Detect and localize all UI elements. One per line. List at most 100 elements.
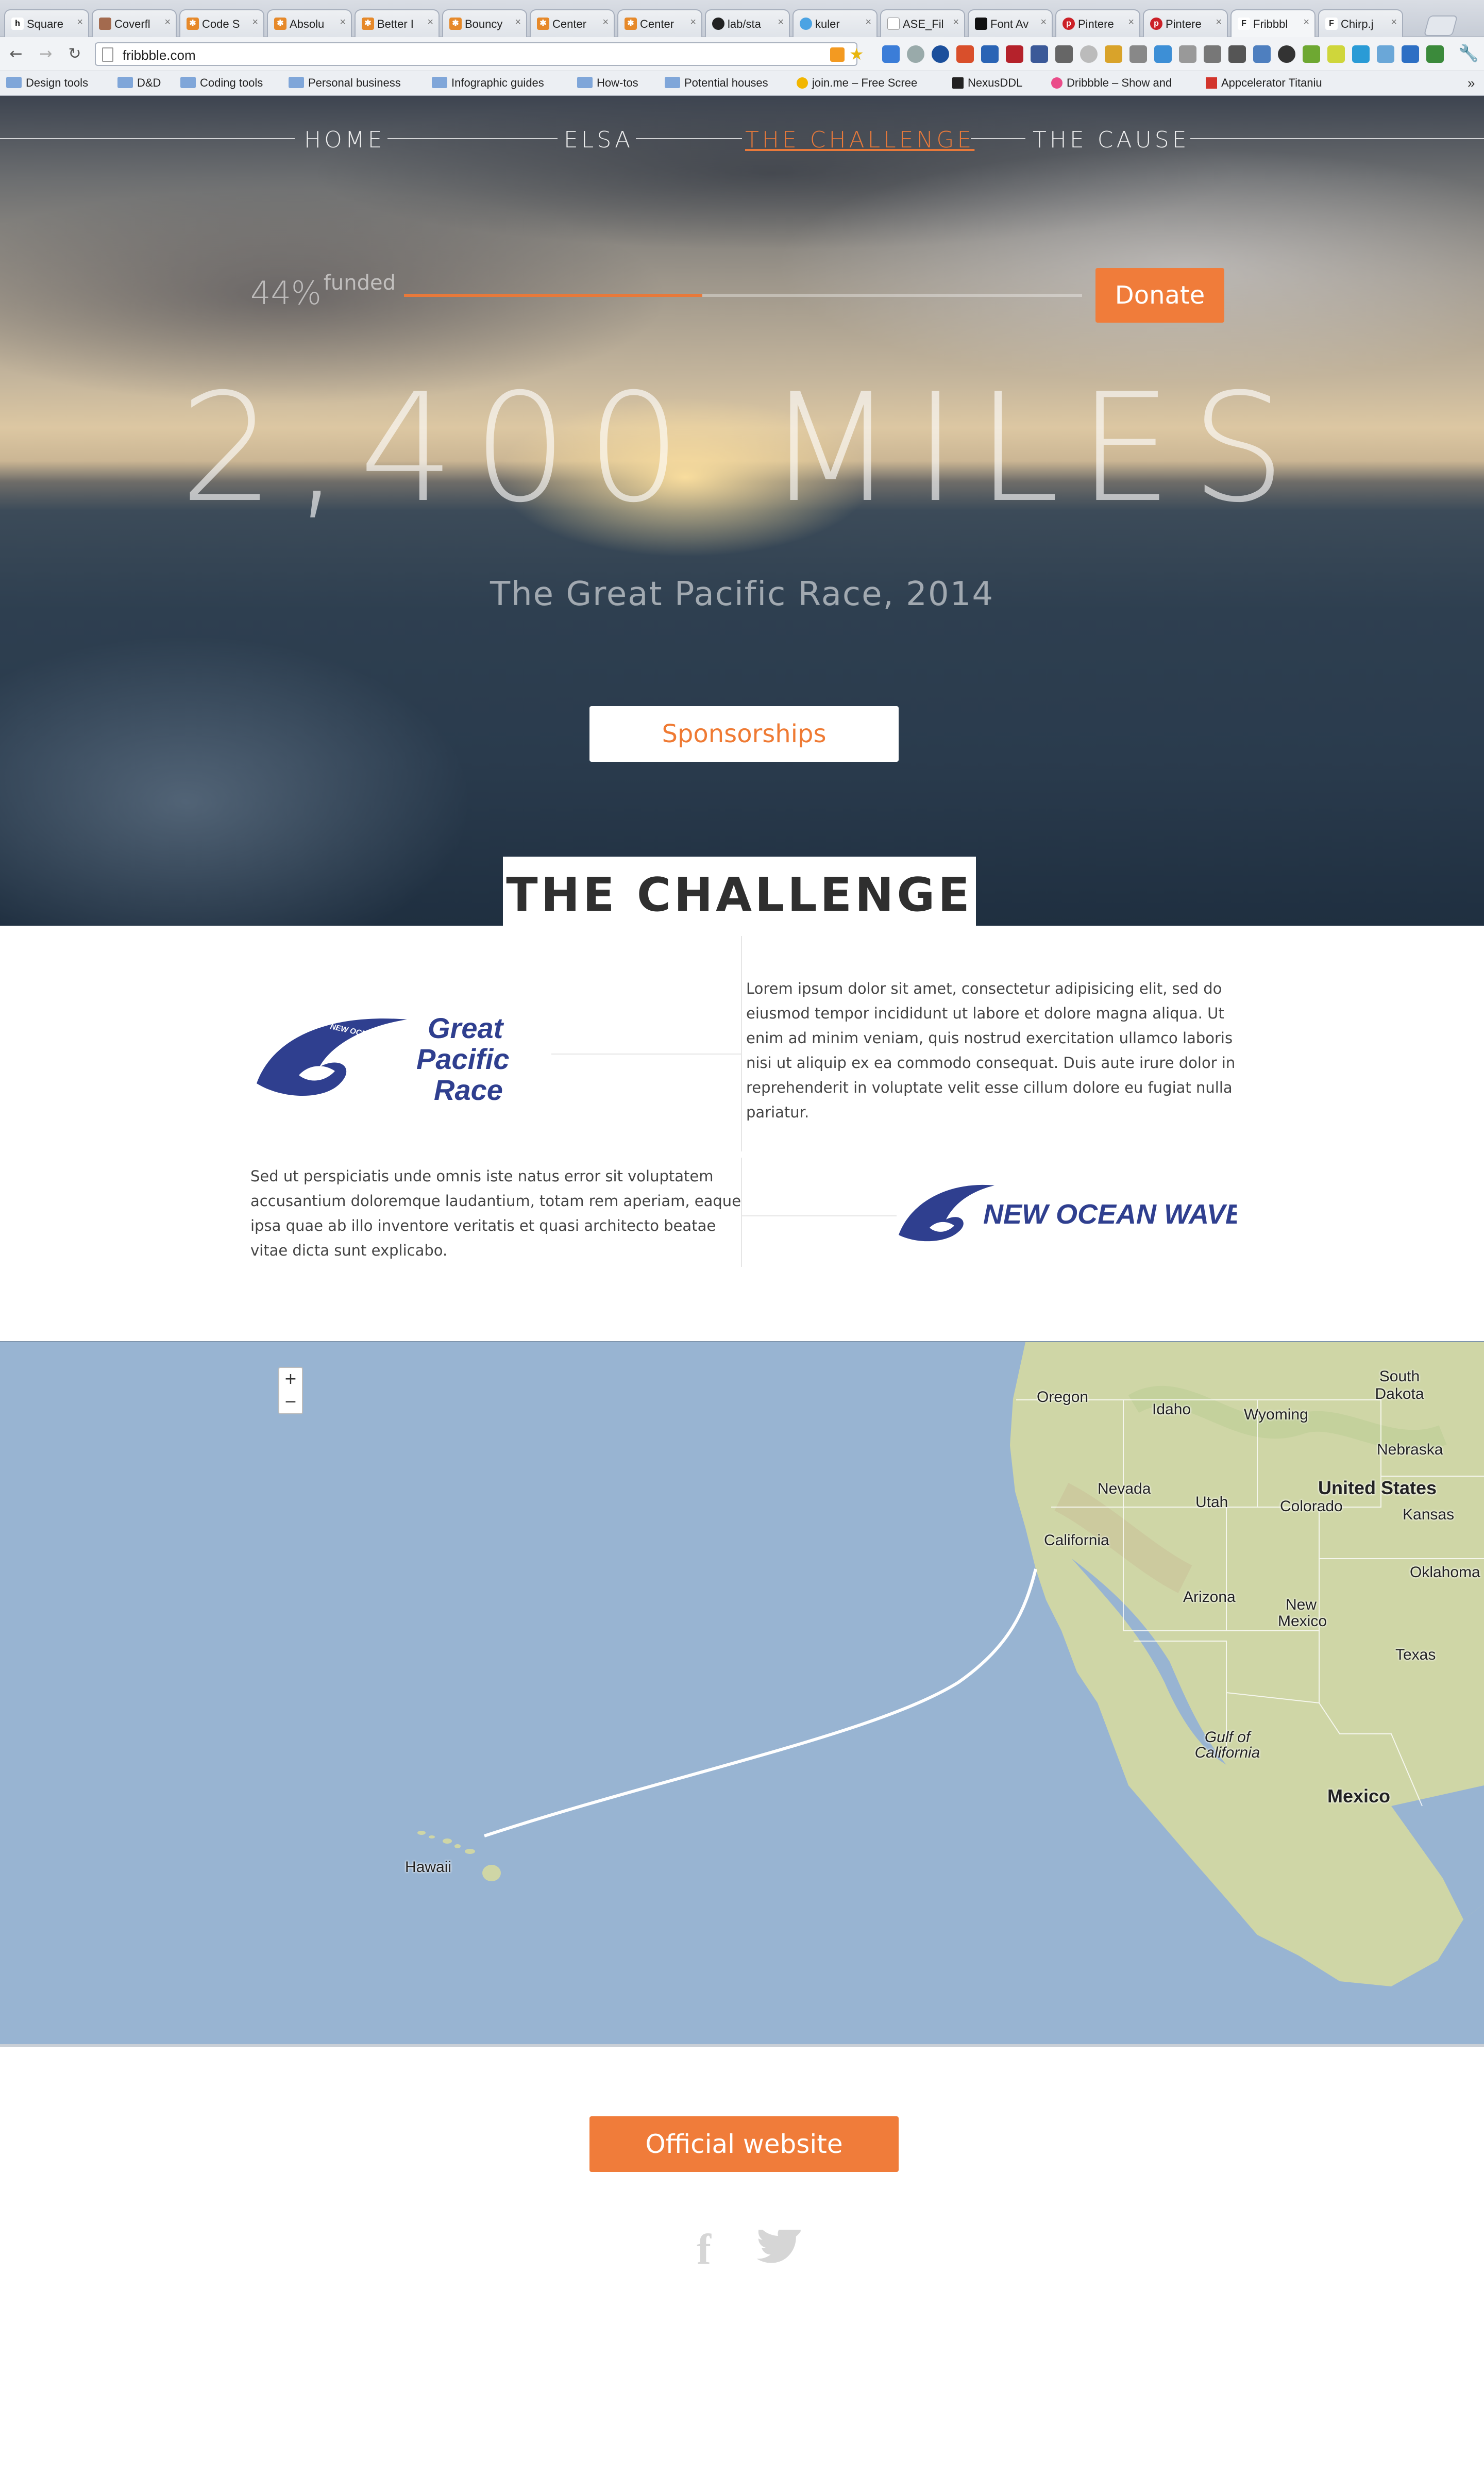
browser-tab[interactable]: lab/sta × xyxy=(705,9,790,37)
extension-icon[interactable] xyxy=(956,45,974,63)
address-bar[interactable]: fribbble.com ★ xyxy=(95,42,864,66)
close-icon[interactable]: × xyxy=(340,16,346,28)
browser-tab[interactable]: p Pintere × xyxy=(1055,9,1140,37)
extension-icon[interactable] xyxy=(1154,45,1172,63)
extension-icon[interactable] xyxy=(1080,45,1098,63)
logo-text-race: Race xyxy=(434,1074,503,1104)
extension-icon[interactable] xyxy=(1377,45,1394,63)
browser-tab[interactable]: ASE_Fil × xyxy=(880,9,965,37)
close-icon[interactable]: × xyxy=(690,16,696,28)
twitter-icon[interactable] xyxy=(755,2230,803,2268)
bookmark-folder[interactable]: How-tos xyxy=(577,76,638,90)
bookmark-link[interactable]: Dribbble – Show and xyxy=(1051,76,1172,90)
extension-icon[interactable] xyxy=(1204,45,1221,63)
close-icon[interactable]: × xyxy=(1303,16,1309,28)
bookmark-link[interactable]: join.me – Free Scree xyxy=(797,76,917,90)
extension-icon[interactable] xyxy=(1402,45,1419,63)
zoom-in-button[interactable]: + xyxy=(279,1368,302,1391)
close-icon[interactable]: × xyxy=(1128,16,1134,28)
bookmark-folder[interactable]: Coding tools xyxy=(180,76,263,90)
browser-tab[interactable]: ✱ Better I × xyxy=(355,9,440,37)
bookmarks-overflow-button[interactable]: » xyxy=(1468,75,1475,91)
extension-icon[interactable] xyxy=(1129,45,1147,63)
zoom-out-button[interactable]: − xyxy=(279,1391,302,1413)
back-icon[interactable]: ← xyxy=(6,44,26,64)
folder-icon xyxy=(6,77,22,88)
bookmark-folder[interactable]: Personal business xyxy=(289,76,401,90)
bookmark-folder[interactable]: Infographic guides xyxy=(432,76,544,90)
bookmark-link[interactable]: Appcelerator Titaniu xyxy=(1206,76,1322,90)
bookmark-link[interactable]: NexusDDL xyxy=(952,76,1022,90)
close-icon[interactable]: × xyxy=(953,16,959,28)
play-icon[interactable] xyxy=(932,45,949,63)
extension-icon[interactable] xyxy=(1055,45,1073,63)
bookmark-folder[interactable]: D&D xyxy=(117,76,161,90)
donate-button[interactable]: Donate xyxy=(1095,268,1224,323)
close-icon[interactable]: × xyxy=(164,16,171,28)
browser-tab[interactable]: ✱ Bouncy × xyxy=(442,9,527,37)
map-label-wyoming: Wyoming xyxy=(1244,1406,1308,1423)
close-icon[interactable]: × xyxy=(778,16,784,28)
forward-icon[interactable]: → xyxy=(36,44,56,64)
facebook-icon[interactable]: f xyxy=(697,2225,711,2275)
new-tab-button[interactable] xyxy=(1423,15,1458,36)
checkbox-extension-icon[interactable] xyxy=(981,45,999,63)
browser-tab[interactable]: ✱ Code S × xyxy=(179,9,264,37)
nav-elsa[interactable]: ELSA xyxy=(564,127,633,153)
extension-icon[interactable] xyxy=(1105,45,1122,63)
extension-icon[interactable] xyxy=(1327,45,1345,63)
nav-home[interactable]: HOME xyxy=(304,127,385,153)
extension-icon[interactable] xyxy=(1426,45,1444,63)
browser-tab[interactable]: ✱ Center × xyxy=(530,9,615,37)
extension-icon[interactable] xyxy=(1006,45,1023,63)
map-label-gulf-of-california: Gulf of California xyxy=(1194,1729,1260,1761)
official-website-button[interactable]: Official website xyxy=(589,2116,899,2172)
page: { "browser": { "tabs": [ {"label": "Squa… xyxy=(0,0,1484,2474)
browser-tab[interactable]: Font Av × xyxy=(968,9,1053,37)
browser-tab[interactable]: ✱ Center × xyxy=(617,9,702,37)
browser-tab[interactable]: p Pintere × xyxy=(1143,9,1228,37)
close-icon[interactable]: × xyxy=(865,16,871,28)
reload-icon[interactable]: ↻ xyxy=(65,44,85,64)
map-label-oregon: Oregon xyxy=(1037,1389,1089,1406)
nav-the-challenge[interactable]: THE CHALLENGE xyxy=(745,127,974,153)
nav-the-cause[interactable]: THE CAUSE xyxy=(1033,127,1190,153)
sponsorships-button[interactable]: Sponsorships xyxy=(589,706,899,762)
asterisk-icon: ✱ xyxy=(449,18,462,30)
close-icon[interactable]: × xyxy=(427,16,433,28)
browser-tab[interactable]: F Chirp.j × xyxy=(1318,9,1403,37)
browser-tab-active[interactable]: F Fribbbl × xyxy=(1230,9,1316,38)
extension-icon[interactable] xyxy=(1179,45,1196,63)
wordpress-icon[interactable] xyxy=(907,45,924,63)
extension-icon[interactable] xyxy=(1228,45,1246,63)
browser-tab[interactable]: ✱ Absolu × xyxy=(267,9,352,37)
close-icon[interactable]: × xyxy=(1391,16,1397,28)
bookmark-folder[interactable]: Design tools xyxy=(6,76,88,90)
sponsor2-description: Sed ut perspiciatis unde omnis iste natu… xyxy=(250,1167,741,1259)
close-icon[interactable]: × xyxy=(515,16,521,28)
eyedropper-icon[interactable] xyxy=(1253,45,1271,63)
browser-tab-strip: h Square × Coverfl × ✱ Code S × ✱ Absolu × ✱ Bet… xyxy=(0,0,1484,38)
rss-icon[interactable] xyxy=(830,47,845,62)
gear-icon[interactable] xyxy=(1278,45,1295,63)
map-label-united-states: United States xyxy=(1318,1477,1437,1498)
browser-tab[interactable]: kuler × xyxy=(792,9,878,37)
close-icon[interactable]: × xyxy=(1040,16,1047,28)
close-icon[interactable]: × xyxy=(252,16,258,28)
browser-tab[interactable]: Coverfl × xyxy=(92,9,177,37)
close-icon[interactable]: × xyxy=(77,16,83,28)
close-icon[interactable]: × xyxy=(602,16,609,28)
bookmark-folder[interactable]: Potential houses xyxy=(665,76,768,90)
nav-divider xyxy=(0,138,295,139)
close-icon[interactable]: × xyxy=(1216,16,1222,28)
h-icon: h xyxy=(11,18,24,30)
route-map[interactable]: + − Oregon Idaho Wyoming South Dakota Ne… xyxy=(0,1341,1484,2047)
translate-icon[interactable] xyxy=(882,45,900,63)
extension-icon[interactable] xyxy=(1352,45,1370,63)
wrench-icon[interactable]: 🔧 xyxy=(1458,43,1479,63)
bookmark-star-icon[interactable]: ★ xyxy=(849,44,864,64)
funding-progress-bar xyxy=(404,294,1082,297)
browser-tab[interactable]: h Square × xyxy=(4,9,89,37)
extension-icon[interactable] xyxy=(1303,45,1320,63)
facebook-extension-icon[interactable] xyxy=(1031,45,1048,63)
